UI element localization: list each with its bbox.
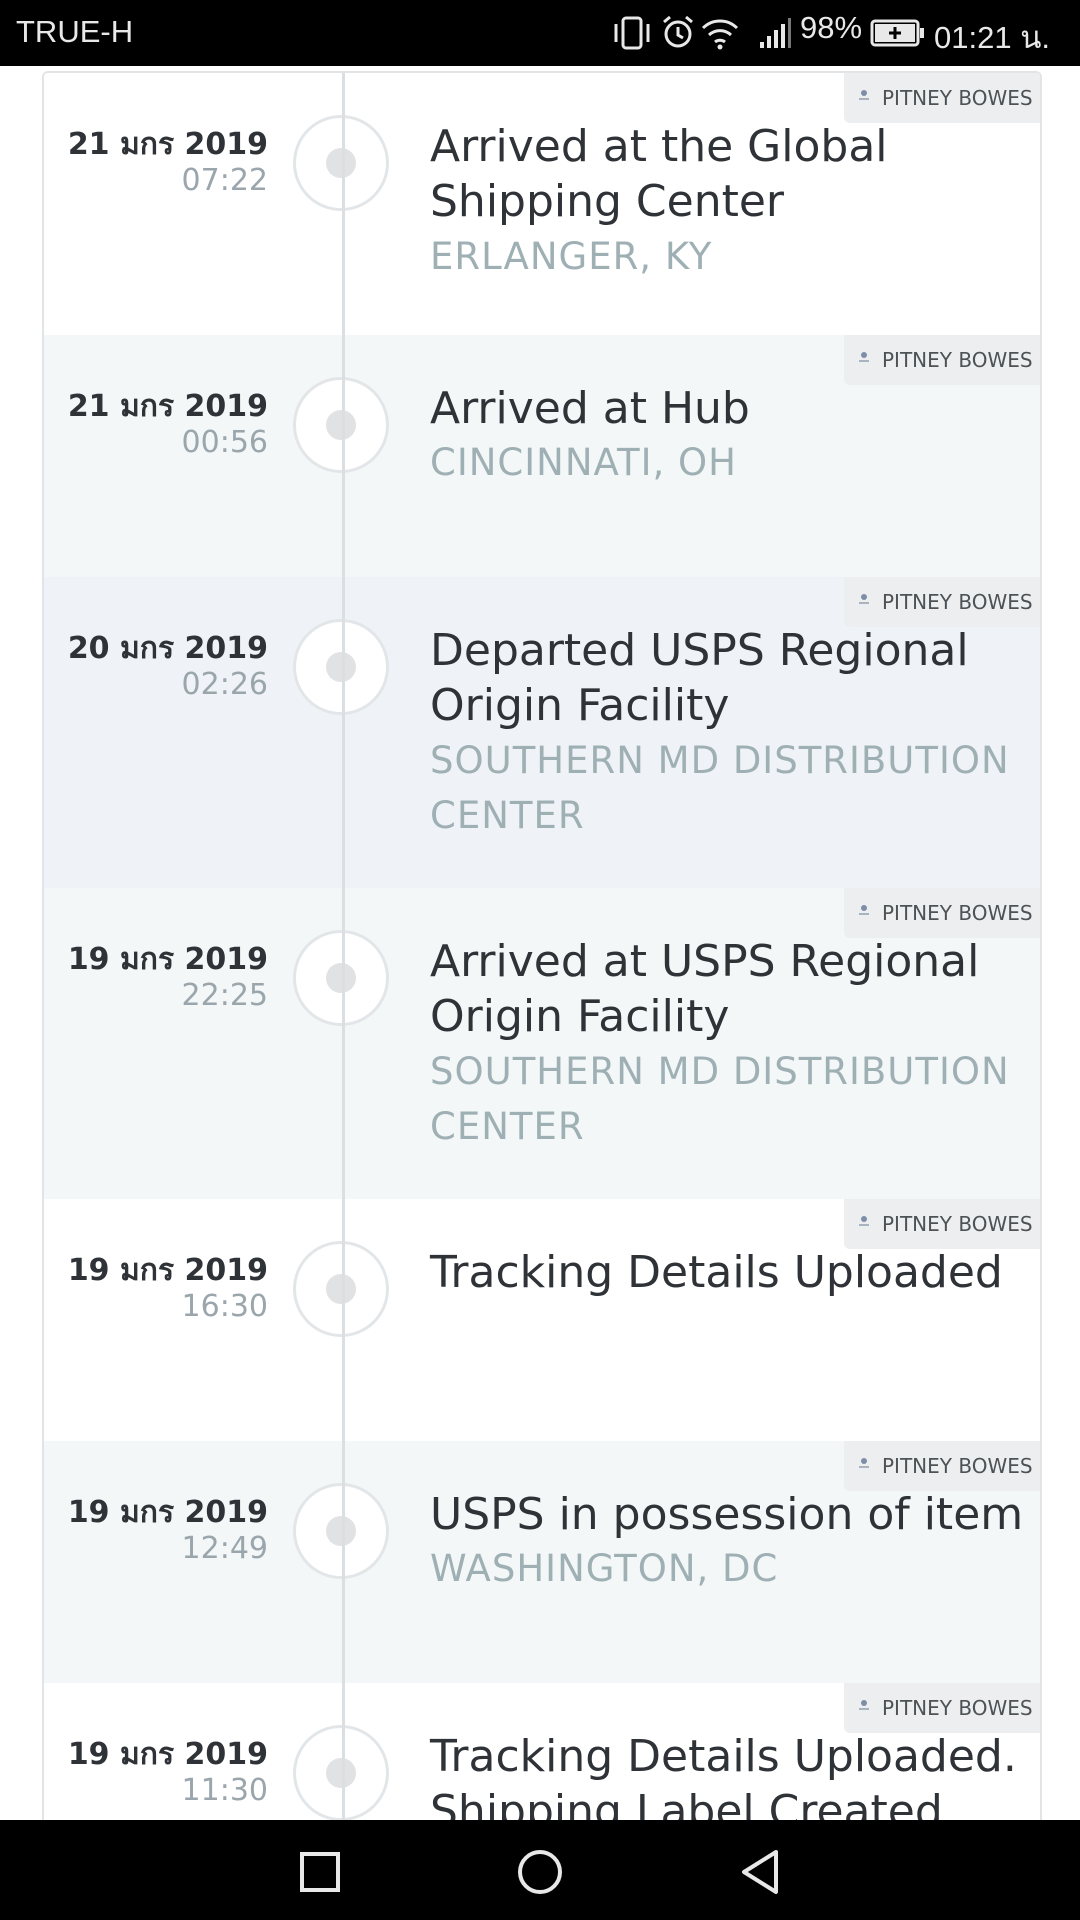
carrier-name: TRUE-H <box>16 14 134 49</box>
tracking-content[interactable]: PITNEY BOWES 21 มกร 2019 07:22 Arrived a… <box>0 66 1080 1820</box>
timeline-line <box>342 73 345 1820</box>
status-bar: TRUE-H 98% 01:21 น. <box>0 0 1080 66</box>
battery-percent: 98% <box>800 10 863 45</box>
carrier-badge: PITNEY BOWES <box>844 577 1040 627</box>
carrier-logo-icon <box>859 594 869 604</box>
back-button[interactable] <box>730 1842 790 1902</box>
event-date: 19 มกร 2019 <box>67 1253 268 1288</box>
event-time: 11:30 <box>181 1773 268 1808</box>
event-title: Arrived at USPS Regional Origin Facility <box>430 936 980 1042</box>
event-title: Tracking Details Uploaded. Shipping Labe… <box>430 1731 1017 1820</box>
tracking-timeline-card: PITNEY BOWES 21 มกร 2019 07:22 Arrived a… <box>42 71 1042 1820</box>
event-time: 16:30 <box>181 1289 268 1324</box>
event-time: 02:26 <box>181 667 268 702</box>
carrier-badge: PITNEY BOWES <box>844 1199 1040 1249</box>
signal-icon <box>760 18 791 48</box>
event-location: WASHINGTON, DC <box>430 1547 779 1590</box>
clock: 01:21 น. <box>934 20 1050 55</box>
carrier-badge: PITNEY BOWES <box>844 73 1040 123</box>
carrier-badge: PITNEY BOWES <box>844 1683 1040 1733</box>
event-date: 19 มกร 2019 <box>67 1737 268 1772</box>
carrier-badge: PITNEY BOWES <box>844 335 1040 385</box>
navigation-bar <box>0 1820 1080 1920</box>
event-time: 22:25 <box>181 978 268 1013</box>
recent-apps-button[interactable] <box>290 1842 350 1902</box>
timeline-node-icon <box>293 1725 389 1820</box>
event-title: Arrived at the Global Shipping Center <box>430 121 888 227</box>
event-title: Departed USPS Regional Origin Facility <box>430 625 969 731</box>
event-time: 12:49 <box>181 1531 268 1566</box>
event-title: USPS in possession of item <box>430 1489 1024 1540</box>
timeline-node-icon <box>293 1483 389 1579</box>
timeline-entry[interactable]: PITNEY BOWES 19 มกร 2019 22:25 Arrived a… <box>44 888 1040 1199</box>
event-location: CINCINNATI, OH <box>430 441 737 484</box>
event-location: SOUTHERN MD DISTRIBUTION CENTER <box>430 739 1010 837</box>
event-date: 21 มกร 2019 <box>67 127 268 162</box>
carrier-badge: PITNEY BOWES <box>844 888 1040 938</box>
event-location: ERLANGER, KY <box>430 235 713 278</box>
carrier-logo-icon <box>859 905 869 915</box>
timeline-node-icon <box>293 1241 389 1337</box>
carrier-logo-icon <box>859 90 869 100</box>
event-title: Tracking Details Uploaded <box>430 1247 1003 1298</box>
event-date: 20 มกร 2019 <box>67 631 268 666</box>
event-location: SOUTHERN MD DISTRIBUTION CENTER <box>430 1050 1010 1148</box>
alarm-icon <box>663 15 693 48</box>
timeline-entry[interactable]: PITNEY BOWES 19 มกร 2019 16:30 Tracking … <box>44 1199 1040 1441</box>
timeline-entry[interactable]: PITNEY BOWES 19 มกร 2019 11:30 Tracking … <box>44 1683 1040 1820</box>
home-button[interactable] <box>510 1842 570 1902</box>
carrier-logo-icon <box>859 1216 869 1226</box>
event-date: 19 มกร 2019 <box>67 1495 268 1530</box>
event-time: 07:22 <box>181 163 268 198</box>
event-date: 21 มกร 2019 <box>67 389 268 424</box>
carrier-logo-icon <box>859 352 869 362</box>
carrier-badge: PITNEY BOWES <box>844 1441 1040 1491</box>
timeline-node-icon <box>293 377 389 473</box>
timeline-entry[interactable]: PITNEY BOWES 21 มกร 2019 07:22 Arrived a… <box>44 73 1040 335</box>
timeline-node-icon <box>293 619 389 715</box>
timeline-node-icon <box>293 115 389 211</box>
vibrate-icon <box>614 16 650 50</box>
carrier-logo-icon <box>859 1458 869 1468</box>
timeline-entry[interactable]: PITNEY BOWES 19 มกร 2019 12:49 USPS in p… <box>44 1441 1040 1683</box>
timeline-entry[interactable]: PITNEY BOWES 20 มกร 2019 02:26 Departed … <box>44 577 1040 888</box>
timeline-node-icon <box>293 930 389 1026</box>
carrier-logo-icon <box>859 1700 869 1710</box>
timeline-entry[interactable]: PITNEY BOWES 21 มกร 2019 00:56 Arrived a… <box>44 335 1040 577</box>
event-date: 19 มกร 2019 <box>67 942 268 977</box>
event-time: 00:56 <box>181 425 268 460</box>
event-title: Arrived at Hub <box>430 383 750 434</box>
battery-icon <box>870 19 924 47</box>
wifi-icon <box>701 19 739 50</box>
